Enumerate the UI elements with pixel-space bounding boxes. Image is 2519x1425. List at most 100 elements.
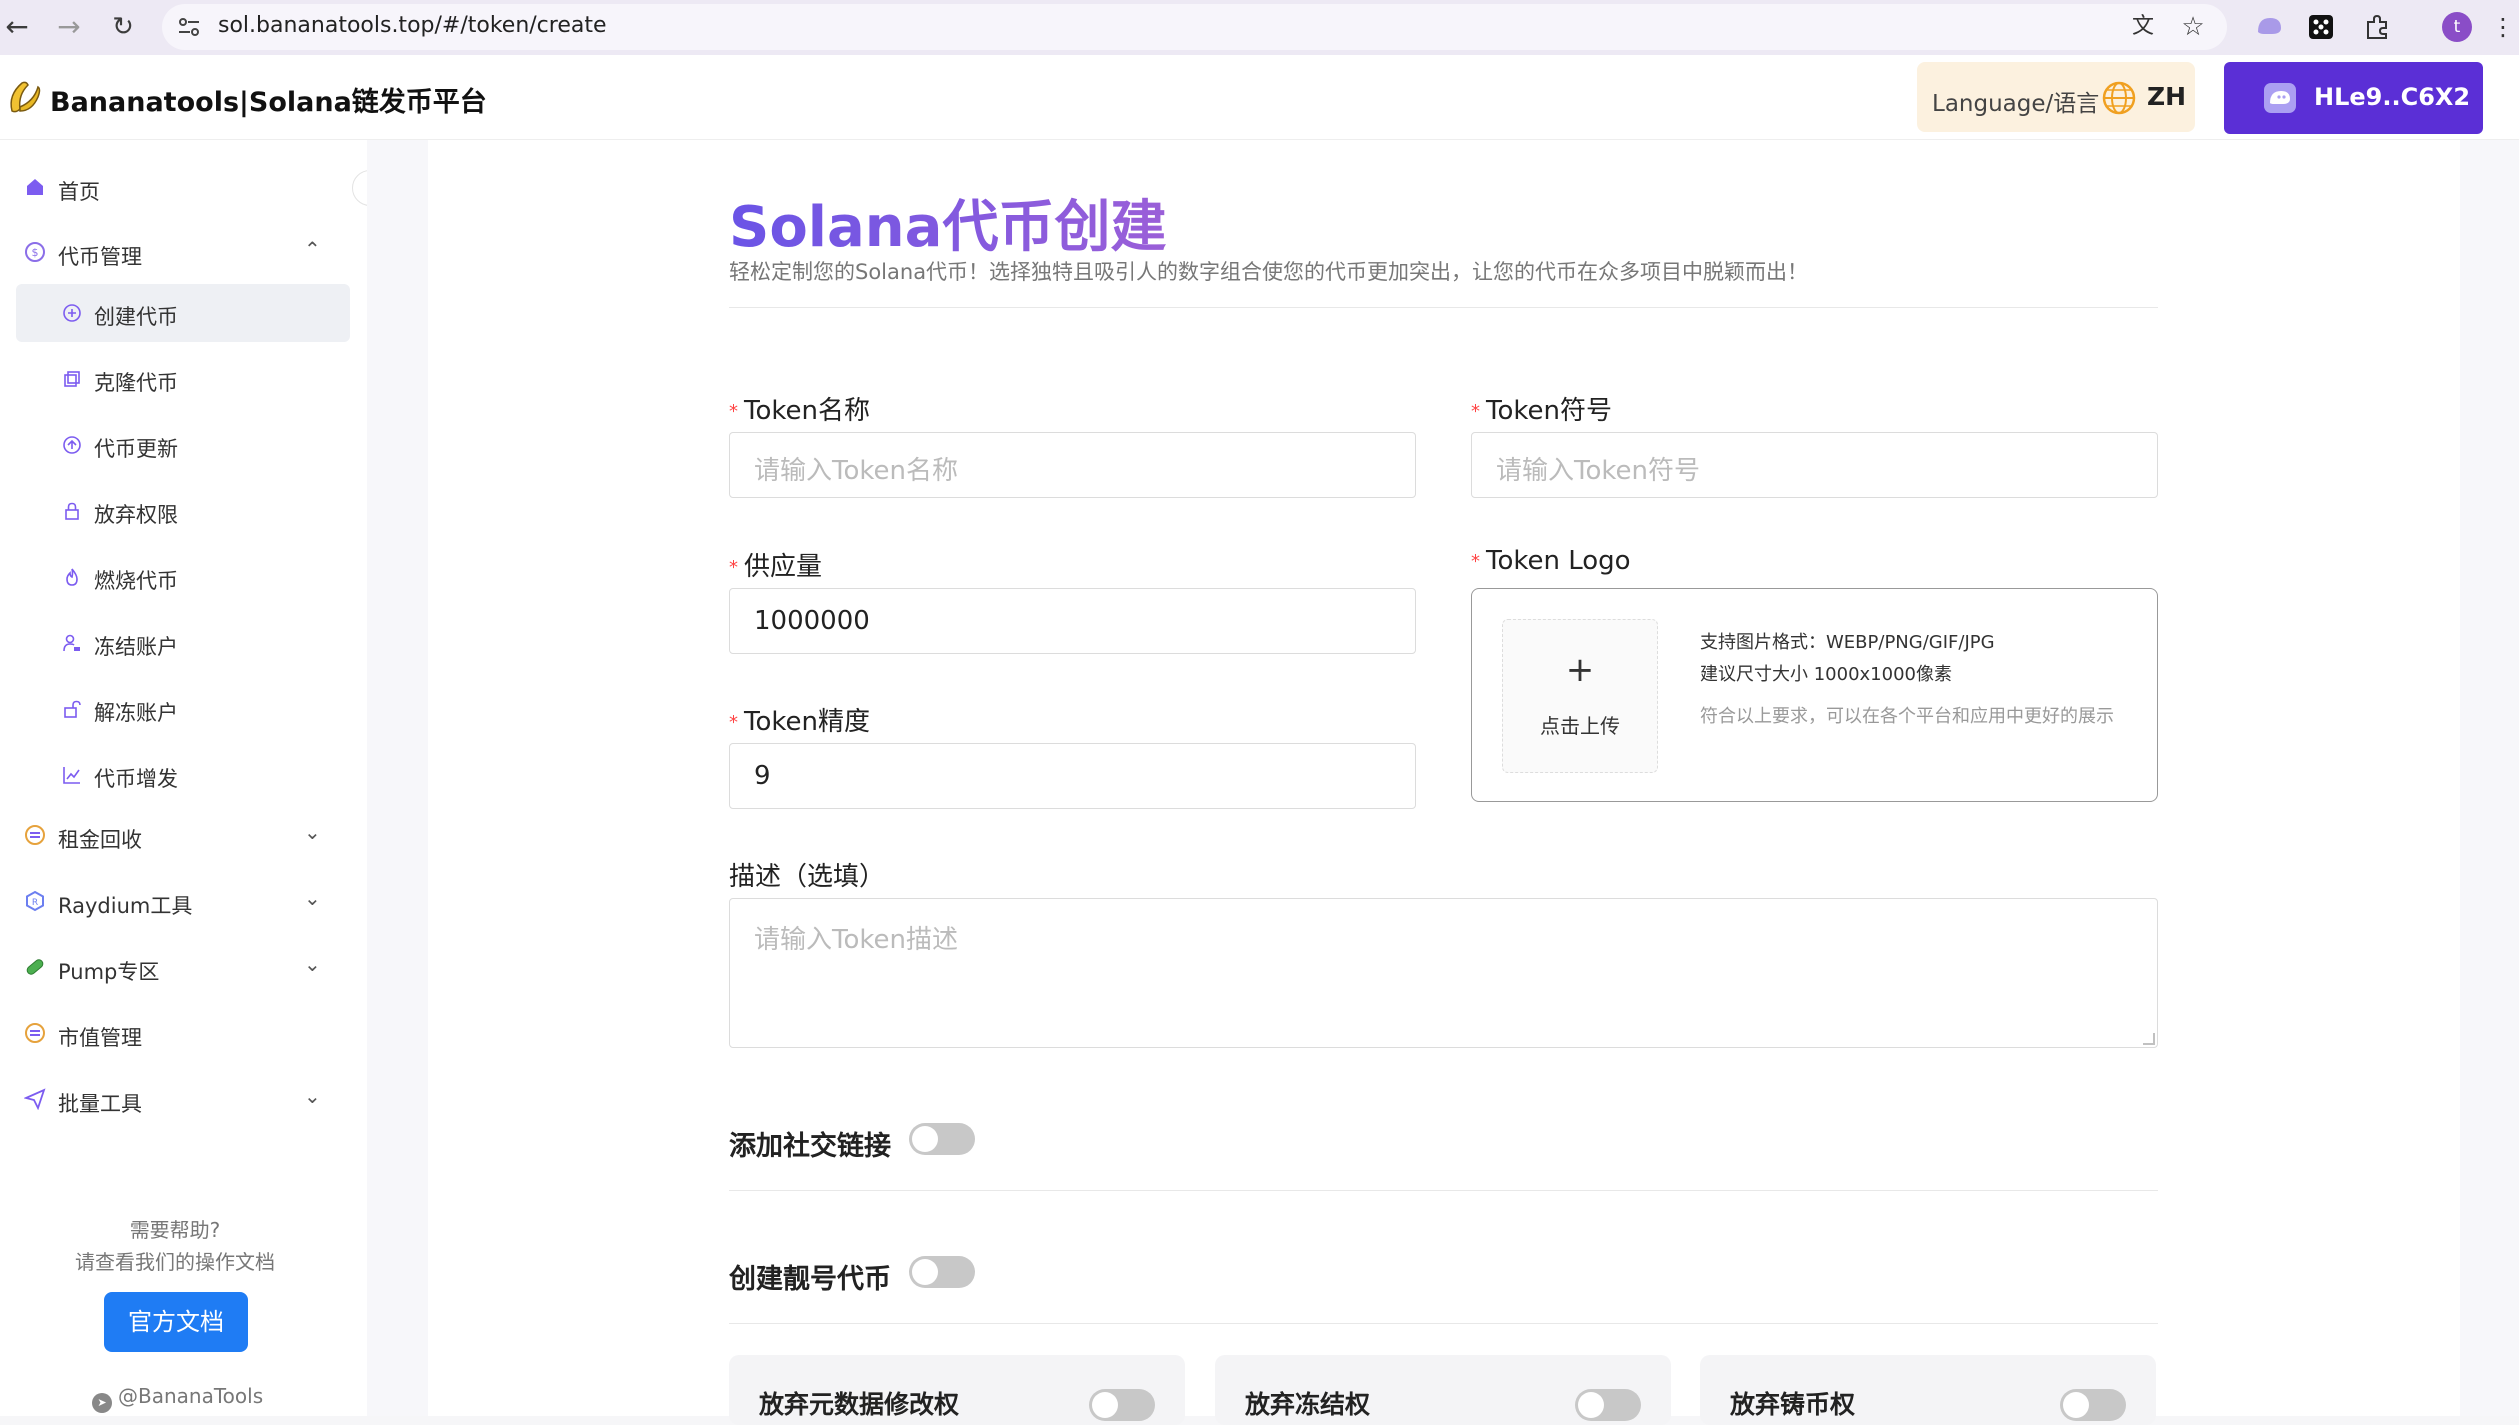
sidebar-item-home[interactable]: 首页 bbox=[0, 160, 367, 216]
chevron-down-icon: ⌄ bbox=[304, 820, 321, 844]
sidebar-item-burn-token[interactable]: 燃烧代币 bbox=[16, 548, 350, 606]
required-mark: * bbox=[729, 557, 738, 578]
help-text: 需要帮助? 请查看我们的操作文档 bbox=[0, 1214, 350, 1278]
recycle-icon bbox=[25, 825, 45, 845]
description-textarea[interactable]: 请输入Token描述 bbox=[729, 898, 2158, 1048]
site-info-icon[interactable] bbox=[176, 14, 202, 40]
social-links-label: 添加社交链接 bbox=[729, 1131, 891, 1162]
back-icon[interactable]: ← bbox=[0, 10, 34, 44]
token-logo-label-text: Token Logo bbox=[1486, 546, 1631, 576]
brand-title[interactable]: Bananatools|Solana链发币平台 bbox=[50, 80, 487, 119]
resize-grip-icon[interactable] bbox=[2143, 1033, 2155, 1045]
phantom-extension-icon[interactable] bbox=[2254, 12, 2284, 42]
revoke-freeze-toggle[interactable] bbox=[1575, 1389, 1641, 1421]
required-mark: * bbox=[729, 401, 738, 422]
banana-logo-icon bbox=[10, 81, 41, 113]
raydium-icon: R bbox=[26, 890, 44, 912]
sidebar-item-freeze-account[interactable]: 冻结账户 bbox=[16, 614, 350, 672]
page-title: Solana代币创建 bbox=[729, 182, 1166, 263]
forward-icon[interactable]: → bbox=[52, 10, 86, 44]
sidebar-item-unfreeze-account[interactable]: 解冻账户 bbox=[16, 680, 350, 738]
wallet-address: HLe9..C6X2 bbox=[2314, 83, 2471, 111]
unlock-icon bbox=[64, 700, 81, 718]
globe-icon bbox=[2102, 81, 2136, 115]
divider bbox=[729, 307, 2158, 308]
address-bar[interactable]: sol.bananatools.top/#/token/create bbox=[162, 4, 2227, 50]
logo-size: 建议尺寸大小 1000x1000像素 bbox=[1700, 664, 1952, 685]
sidebar-group-token-management[interactable]: $ 代币管理 ⌃ bbox=[0, 225, 367, 281]
sidebar-group-batch-tools[interactable]: 批量工具 ⌄ bbox=[0, 1072, 367, 1128]
svg-text:$: $ bbox=[32, 246, 39, 259]
sidebar-item-clone-token[interactable]: 克隆代币 bbox=[16, 350, 350, 408]
page-subtitle: 轻松定制您的Solana代币！选择独特且吸引人的数字组合使您的代币更加突出，让您… bbox=[729, 260, 1809, 284]
telegram-link[interactable]: ➤ @BananaTools bbox=[92, 1384, 263, 1413]
sidebar-group-raydium-tools[interactable]: R Raydium工具 ⌄ bbox=[0, 874, 367, 930]
token-symbol-placeholder: 请输入Token符号 bbox=[1496, 456, 1700, 486]
token-symbol-input[interactable]: 请输入Token符号 bbox=[1471, 432, 2158, 498]
pill-icon bbox=[26, 959, 44, 975]
token-logo-label: * Token Logo bbox=[1471, 546, 1631, 576]
home-icon bbox=[27, 179, 43, 195]
docs-button[interactable]: 官方文档 bbox=[104, 1292, 248, 1352]
revoke-freeze-card: 放弃冻结权 bbox=[1215, 1355, 1671, 1425]
sidebar-item-update-token[interactable]: 代币更新 bbox=[16, 416, 350, 474]
send-icon bbox=[24, 1088, 46, 1110]
sidebar-item-label: 批量工具 bbox=[58, 1092, 142, 1116]
supply-label-text: 供应量 bbox=[744, 552, 823, 582]
token-name-placeholder: 请输入Token名称 bbox=[754, 456, 958, 486]
plus-circle-icon bbox=[63, 304, 81, 322]
sidebar-item-create-token[interactable]: 创建代币 bbox=[16, 284, 350, 342]
decimals-input[interactable]: 9 bbox=[729, 743, 1416, 809]
social-links-toggle[interactable] bbox=[909, 1123, 975, 1155]
language-switcher[interactable]: Language/语言 ZH bbox=[1917, 62, 2195, 132]
description-placeholder: 请输入Token描述 bbox=[754, 925, 958, 955]
url-text[interactable]: sol.bananatools.top/#/token/create bbox=[218, 13, 607, 38]
chevron-down-icon: ⌄ bbox=[304, 952, 321, 976]
upload-button[interactable]: + 点击上传 bbox=[1502, 619, 1658, 773]
supply-input[interactable]: 1000000 bbox=[729, 588, 1416, 654]
chevron-down-icon: ⌄ bbox=[304, 886, 321, 910]
token-name-label: * Token名称 bbox=[729, 390, 870, 427]
decimals-label: * Token精度 bbox=[729, 701, 870, 738]
sidebar-item-market-cap[interactable]: 市值管理 bbox=[0, 1006, 367, 1062]
sidebar-item-label: 冻结账户 bbox=[94, 635, 178, 659]
sidebar-item-label: 放弃权限 bbox=[94, 503, 178, 527]
extension-icon[interactable] bbox=[2306, 12, 2336, 42]
revoke-mint-card: 放弃铸币权 bbox=[1700, 1355, 2156, 1425]
description-label: 描述（选填） bbox=[729, 862, 886, 892]
lock-icon bbox=[65, 502, 79, 520]
token-name-label-text: Token名称 bbox=[744, 396, 870, 426]
chart-line-icon bbox=[63, 767, 80, 784]
bookmark-star-icon[interactable]: ☆ bbox=[2178, 12, 2208, 42]
required-mark: * bbox=[1471, 401, 1480, 422]
logo-requirements: 支持图片格式：WEBP/PNG/GIF/JPG 建议尺寸大小 1000x1000… bbox=[1700, 627, 1995, 691]
telegram-icon: ➤ bbox=[92, 1393, 112, 1413]
required-mark: * bbox=[729, 712, 738, 733]
decimals-value: 9 bbox=[754, 761, 771, 791]
profile-avatar[interactable]: t bbox=[2442, 12, 2472, 42]
app-header: Bananatools|Solana链发币平台 Language/语言 ZH H… bbox=[0, 55, 2519, 140]
sidebar-group-pump-zone[interactable]: Pump专区 ⌄ bbox=[0, 940, 367, 996]
token-symbol-label: * Token符号 bbox=[1471, 390, 1612, 427]
sidebar-item-label: 创建代币 bbox=[94, 305, 178, 329]
wallet-button[interactable]: HLe9..C6X2 bbox=[2224, 62, 2483, 134]
revoke-metadata-toggle[interactable] bbox=[1089, 1389, 1155, 1421]
sidebar-item-mint-more[interactable]: 代币增发 bbox=[16, 746, 350, 804]
token-name-input[interactable]: 请输入Token名称 bbox=[729, 432, 1416, 498]
sidebar-item-label: Raydium工具 bbox=[58, 894, 193, 918]
revoke-mint-toggle[interactable] bbox=[2060, 1389, 2126, 1421]
extensions-puzzle-icon[interactable] bbox=[2362, 12, 2392, 42]
logo-hint: 符合以上要求，可以在各个平台和应用中更好的展示 bbox=[1700, 706, 2114, 727]
vanity-token-toggle[interactable] bbox=[909, 1256, 975, 1288]
translate-icon[interactable]: 文 bbox=[2128, 12, 2158, 42]
sidebar-group-rent-reclaim[interactable]: 租金回收 ⌄ bbox=[0, 808, 367, 864]
sidebar-item-revoke-authority[interactable]: 放弃权限 bbox=[16, 482, 350, 540]
reload-icon[interactable]: ↻ bbox=[106, 10, 140, 44]
sidebar-item-label: 代币管理 bbox=[58, 245, 142, 269]
phantom-wallet-icon bbox=[2264, 83, 2296, 113]
market-icon bbox=[25, 1023, 45, 1043]
menu-kebab-icon[interactable]: ⋮ bbox=[2488, 12, 2518, 42]
coin-icon: $ bbox=[25, 242, 45, 262]
sidebar-item-label: 克隆代币 bbox=[94, 371, 178, 395]
svg-text:R: R bbox=[32, 898, 38, 908]
